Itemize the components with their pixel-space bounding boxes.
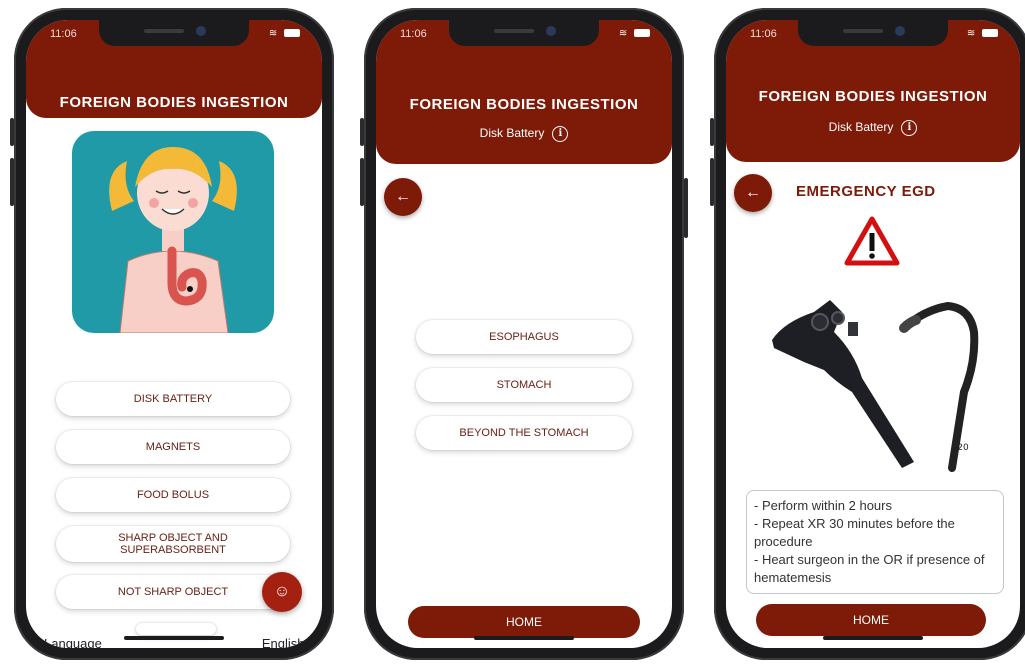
- home-indicator: [124, 636, 224, 640]
- screen-subtitle: Disk Battery i: [726, 120, 1020, 136]
- battery-icon: [284, 29, 300, 38]
- home-indicator: [823, 636, 923, 640]
- arrow-left-icon: ←: [745, 184, 761, 201]
- status-icons: ≋: [269, 28, 300, 39]
- phone-side-button: [10, 118, 14, 146]
- menu-item-sharp-object[interactable]: SHARP OBJECT AND SUPERABSORBENT: [56, 526, 290, 562]
- home-button[interactable]: HOME: [756, 604, 986, 636]
- status-time: 11:06: [750, 28, 777, 40]
- arrow-left-icon: ←: [395, 188, 411, 205]
- phone-side-button: [684, 178, 688, 238]
- chat-bubble-icon: ☺: [273, 583, 291, 600]
- speaker: [843, 29, 883, 33]
- screen-home: 11:06 ≋ FOREIGN BODIES INGESTION DISK BA…: [26, 20, 322, 648]
- info-icon[interactable]: i: [901, 120, 918, 136]
- language-select[interactable]: English ▼: [262, 636, 316, 648]
- camera: [895, 26, 905, 36]
- notch: [99, 20, 249, 46]
- option-beyond-the-stomach[interactable]: BEYOND THE STOMACH: [416, 416, 632, 450]
- info-icon[interactable]: i: [552, 126, 569, 142]
- status-time: 11:06: [400, 28, 427, 40]
- app-title: FOREIGN BODIES INGESTION: [59, 94, 289, 111]
- menu-item-partial[interactable]: [136, 623, 216, 635]
- status-icons: ≋: [967, 28, 998, 39]
- camera: [546, 26, 556, 36]
- subtitle-text: Disk Battery: [828, 120, 894, 135]
- back-button[interactable]: ←: [384, 178, 422, 216]
- speaker: [144, 29, 184, 33]
- chat-fab[interactable]: ☺: [262, 572, 302, 612]
- menu-item-food-bolus[interactable]: FOOD BOLUS: [56, 478, 290, 512]
- app-title: FOREIGN BODIES INGESTION: [758, 88, 988, 105]
- menu-item-disk-battery[interactable]: DISK BATTERY: [56, 382, 290, 416]
- phone-side-button: [710, 158, 714, 206]
- screen-emergency-egd: 11:06 ≋ FOREIGN BODIES INGESTION Disk Ba…: [726, 20, 1020, 648]
- phone-frame-disk-battery: 11:06 ≋ FOREIGN BODIES INGESTION Disk Ba…: [360, 8, 688, 660]
- warning-triangle-icon: [844, 216, 900, 266]
- screen-subtitle: Disk Battery i: [376, 126, 672, 142]
- option-esophagus[interactable]: ESOPHAGUS: [416, 320, 632, 354]
- status-time: 11:06: [50, 28, 77, 40]
- screen-heading: EMERGENCY EGD: [796, 183, 936, 200]
- phone-side-button: [360, 158, 364, 206]
- back-button[interactable]: ←: [734, 174, 772, 212]
- phone-frame-emergency-egd: 11:06 ≋ FOREIGN BODIES INGESTION Disk Ba…: [710, 8, 1025, 660]
- phone-frame-home: 11:06 ≋ FOREIGN BODIES INGESTION DISK BA…: [10, 8, 334, 660]
- menu-item-magnets[interactable]: MAGNETS: [56, 430, 290, 464]
- instruction-item: - Perform within 2 hours: [754, 498, 892, 513]
- speaker: [494, 29, 534, 33]
- app-title: FOREIGN BODIES INGESTION: [409, 96, 639, 113]
- battery-icon: [982, 29, 998, 38]
- language-label: Language: [44, 636, 102, 648]
- phone-side-button: [360, 118, 364, 146]
- instruction-item: - Repeat XR 30 minutes before the proced…: [754, 516, 955, 549]
- instructions-box: - Perform within 2 hours - Repeat XR 30 …: [746, 490, 1004, 594]
- instruction-item: - Heart surgeon in the OR if presence of…: [754, 552, 985, 585]
- status-icons: ≋: [619, 28, 650, 39]
- phone-side-button: [710, 118, 714, 146]
- girl-stomach-illustration: [72, 131, 274, 333]
- notch: [449, 20, 599, 46]
- chevron-down-icon: ▼: [308, 641, 316, 648]
- option-stomach[interactable]: STOMACH: [416, 368, 632, 402]
- home-button[interactable]: HOME: [408, 606, 640, 638]
- language-value: English: [261, 636, 305, 648]
- battery-icon: [634, 29, 650, 38]
- phone-side-button: [10, 158, 14, 206]
- endoscope-image: -20: [772, 300, 979, 472]
- camera: [196, 26, 206, 36]
- menu-item-not-sharp-object[interactable]: NOT SHARP OBJECT: [56, 575, 290, 609]
- screen-disk-battery: 11:06 ≋ FOREIGN BODIES INGESTION Disk Ba…: [376, 20, 672, 648]
- svg-text:-20: -20: [954, 443, 969, 453]
- notch: [798, 20, 948, 46]
- home-indicator: [474, 636, 574, 640]
- subtitle-text: Disk Battery: [479, 126, 545, 141]
